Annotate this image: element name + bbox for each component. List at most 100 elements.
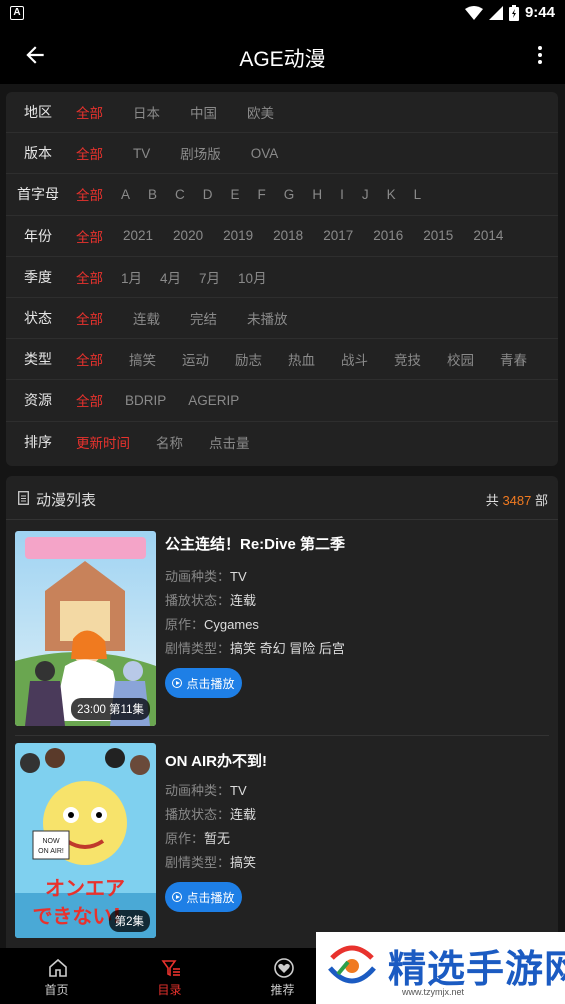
filter-option[interactable]: AGERIP <box>188 393 239 408</box>
filter-label: 年份 <box>24 227 52 244</box>
filter-option[interactable]: 2015 <box>423 228 453 243</box>
filter-label: 地区 <box>24 104 52 121</box>
clock: 9:44 <box>524 4 555 21</box>
filter-row: 状态 全部 连载 完结 未播放 <box>6 298 558 340</box>
filter-option[interactable]: 2014 <box>473 228 503 243</box>
filter-option[interactable]: 日本 <box>133 102 160 122</box>
signal-icon <box>488 5 503 20</box>
filter-option[interactable]: L <box>414 187 422 202</box>
filter-option[interactable]: C <box>175 187 185 202</box>
filter-option[interactable]: 欧美 <box>247 102 274 122</box>
filter-label: 状态 <box>24 310 52 327</box>
filter-option[interactable]: 2019 <box>223 228 253 243</box>
episode-badge: 23:00 第11集 <box>71 698 150 720</box>
filter-option[interactable]: 4月 <box>160 267 181 287</box>
filter-option[interactable]: 2020 <box>173 228 203 243</box>
cover-image[interactable]: 23:00 第11集 <box>15 531 156 726</box>
watermark-text: 精选手游网 <box>388 949 565 991</box>
filter-option[interactable]: 战斗 <box>341 349 368 369</box>
total-count: 共 3487 部 <box>485 493 548 508</box>
filter-option[interactable]: H <box>312 187 322 202</box>
play-icon <box>172 678 183 688</box>
filter-option[interactable]: 全部 <box>76 143 103 163</box>
play-button[interactable]: 点击播放 <box>165 668 242 698</box>
filter-option[interactable]: TV <box>133 146 150 161</box>
filter-option[interactable]: 全部 <box>76 308 103 328</box>
svg-text:ON AIR!: ON AIR! <box>38 848 64 855</box>
filter-option[interactable]: 完结 <box>190 308 217 328</box>
filter-option[interactable]: 全部 <box>76 349 103 369</box>
anime-type: 动画种类：TV <box>165 569 247 584</box>
filter-option[interactable]: 励志 <box>235 349 262 369</box>
filter-option[interactable]: J <box>362 187 369 202</box>
anime-origin: 原作：Cygames <box>165 617 259 632</box>
filter-label: 季度 <box>24 268 52 285</box>
filter-option[interactable]: 全部 <box>76 226 103 246</box>
filter-option[interactable]: 7月 <box>199 267 220 287</box>
list-item[interactable]: NOW ON AIR! オンエア できない! 第2集 ON AIR办不到! 动画… <box>6 736 558 950</box>
anime-list: 动漫列表 共 3487 部 23:00 第11集 公主连结！Re:Dive 第二… <box>6 476 558 956</box>
anime-title[interactable]: 公主连结！Re:Dive 第二季 <box>165 533 345 554</box>
cover-image[interactable]: NOW ON AIR! オンエア できない! 第2集 <box>15 743 156 938</box>
filter-option[interactable]: 搞笑 <box>129 349 156 369</box>
filter-option[interactable]: 全部 <box>76 102 103 122</box>
anime-genre: 剧情类型：搞笑 <box>165 855 257 870</box>
filter-option[interactable]: 热血 <box>288 349 315 369</box>
filter-label: 排序 <box>24 434 52 451</box>
battery-icon <box>508 4 519 21</box>
filter-option[interactable]: E <box>231 187 240 202</box>
filter-option[interactable]: 全部 <box>76 390 103 410</box>
filter-row: 首字母 全部 A B C D E F G H I J K L <box>6 174 558 216</box>
filter-option[interactable]: 连载 <box>133 308 160 328</box>
document-icon <box>18 491 29 505</box>
anime-status: 播放状态：连载 <box>165 807 257 822</box>
filter-option[interactable]: 剧场版 <box>180 143 221 163</box>
filter-option[interactable]: G <box>284 187 295 202</box>
filter-option[interactable]: 2016 <box>373 228 403 243</box>
nav-catalog[interactable]: 目录 <box>113 948 226 1004</box>
filter-option[interactable]: OVA <box>251 146 279 161</box>
filter-option[interactable]: 名称 <box>156 432 183 452</box>
filter-option[interactable]: 校园 <box>447 349 474 369</box>
heart-icon <box>274 958 294 978</box>
filter-option[interactable]: 未播放 <box>247 308 288 328</box>
filter-option[interactable]: B <box>148 187 157 202</box>
filter-panel: 地区 全部 日本 中国 欧美 版本 全部 TV 剧场版 OVA 首字母 全部 A B C D E F G H I J K L 年… <box>6 92 558 466</box>
filter-option[interactable]: 2017 <box>323 228 353 243</box>
filter-option[interactable]: 全部 <box>76 184 103 204</box>
filter-option[interactable]: D <box>203 187 213 202</box>
filter-row: 年份 全部 2021 2020 2019 2018 2017 2016 2015 2014 <box>6 216 558 257</box>
nav-home[interactable]: 首页 <box>0 948 113 1004</box>
filter-row: 地区 全部 日本 中国 欧美 <box>6 92 558 134</box>
list-header: 动漫列表 共 3487 部 <box>6 476 558 520</box>
filter-option[interactable]: K <box>387 187 396 202</box>
filter-option[interactable]: 竞技 <box>394 349 421 369</box>
filter-option[interactable]: 运动 <box>182 349 209 369</box>
app-bar: AGE动漫 <box>0 26 565 84</box>
filter-option[interactable]: 1月 <box>121 267 142 287</box>
filter-option[interactable]: 全部 <box>76 267 103 287</box>
more-options-icon[interactable] <box>535 44 545 66</box>
filter-option[interactable]: F <box>258 187 266 202</box>
list-item[interactable]: 23:00 第11集 公主连结！Re:Dive 第二季 动画种类：TV 播放状态… <box>6 521 558 735</box>
filter-option[interactable]: 2018 <box>273 228 303 243</box>
filter-option[interactable]: A <box>121 187 130 202</box>
filter-option[interactable]: 10月 <box>238 267 267 287</box>
home-icon <box>49 958 67 977</box>
watermark-logo-icon <box>328 945 376 984</box>
filter-option[interactable]: 中国 <box>190 102 217 122</box>
filter-option[interactable]: 青春 <box>500 349 527 369</box>
notification-icon: A <box>10 6 24 20</box>
anime-genre: 剧情类型：搞笑 奇幻 冒险 后宫 <box>165 641 345 656</box>
episode-badge: 第2集 <box>108 910 150 932</box>
filter-option[interactable]: 2021 <box>123 228 153 243</box>
page-title: AGE动漫 <box>239 48 326 71</box>
filter-option[interactable]: I <box>340 187 344 202</box>
filter-option[interactable]: 点击量 <box>209 432 250 452</box>
play-button[interactable]: 点击播放 <box>165 882 242 912</box>
anime-title[interactable]: ON AIR办不到! <box>165 750 267 771</box>
anime-type: 动画种类：TV <box>165 783 247 798</box>
filter-row: 资源 全部 BDRIP AGERIP <box>6 380 558 422</box>
filter-option[interactable]: BDRIP <box>125 393 166 408</box>
filter-option[interactable]: 更新时间 <box>76 432 130 452</box>
